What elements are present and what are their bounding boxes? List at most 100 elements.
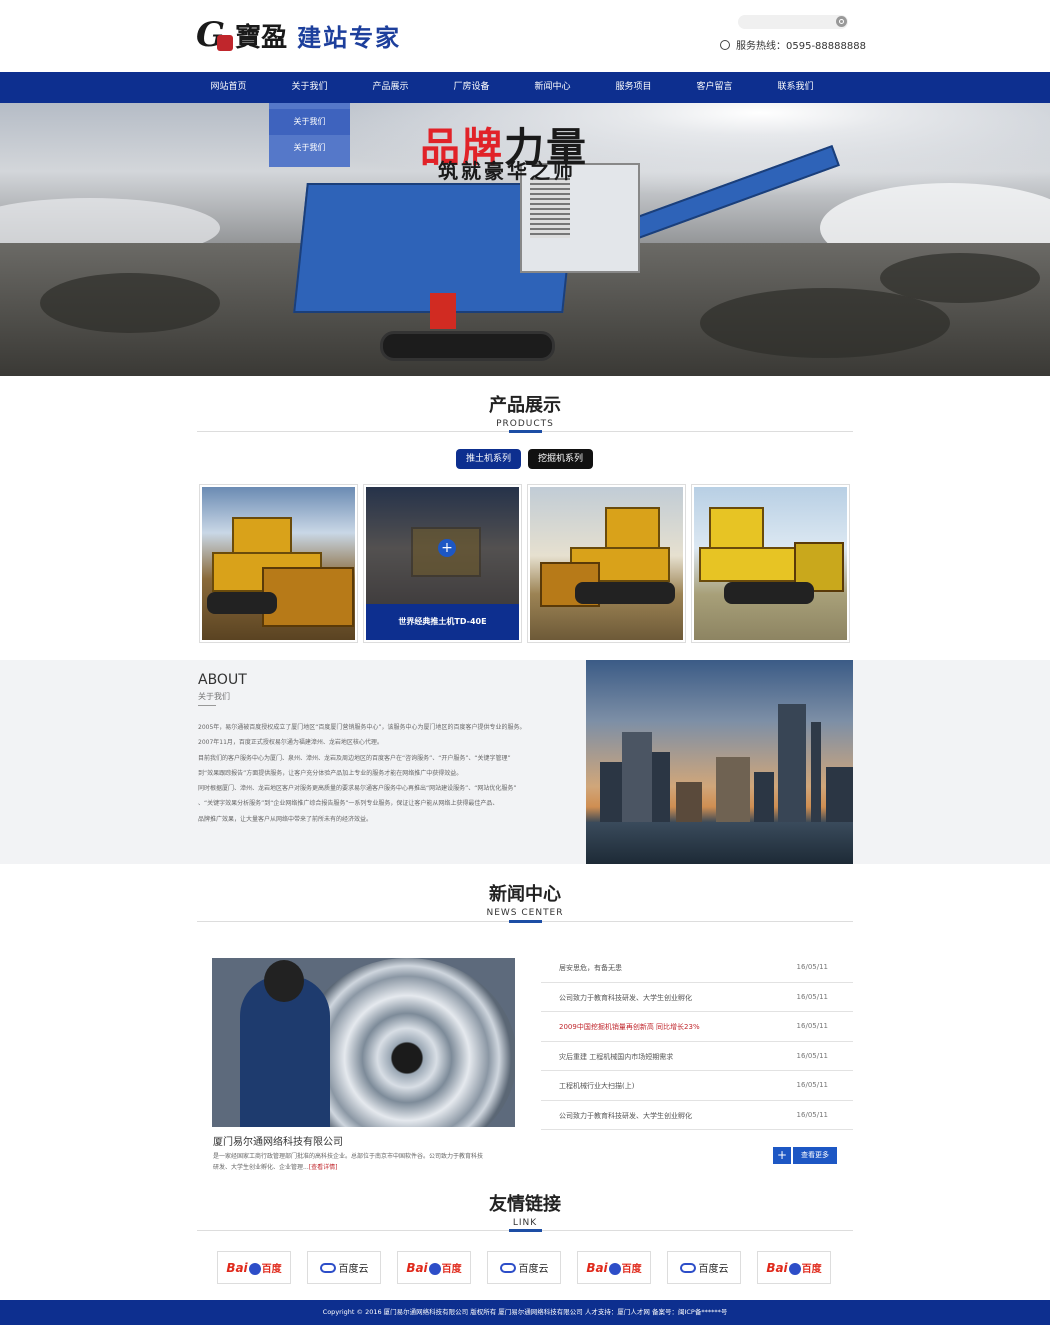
- nav-item-news[interactable]: 新闻中心: [512, 72, 593, 103]
- news-item-date: 16/05/11: [796, 963, 828, 971]
- products-title-en: PRODUCTS: [496, 419, 554, 429]
- about-line: 2005年，易尔通被百度授权成立了厦门地区“百度厦门营销服务中心”，该服务中心为…: [198, 724, 526, 731]
- nav-item-about[interactable]: 关于我们: [269, 72, 350, 103]
- news-item[interactable]: 灾后重建 工程机械国内市场短期需求 16/05/11: [541, 1042, 853, 1071]
- product-card-active[interactable]: + 世界经典推土机TD-40E: [363, 484, 522, 643]
- news-detail-link[interactable]: [查看详情]: [309, 1164, 338, 1171]
- news-item-date: 16/05/11: [796, 992, 828, 1001]
- news-item[interactable]: 居安思危，有备无患 16/05/11: [541, 953, 853, 983]
- logo-char-2: 盈: [261, 22, 288, 53]
- baidu-paw-icon: [248, 1262, 261, 1275]
- hotline-text: 服务热线：0595-88888888: [736, 41, 866, 52]
- news-title: 新闻中心: [489, 884, 561, 905]
- friend-link-baiduyun[interactable]: 百度云: [307, 1251, 381, 1284]
- baidu-logo-text: Bai: [766, 1260, 788, 1275]
- product-card[interactable]: [691, 484, 850, 643]
- news-item-title[interactable]: 工程机械行业大扫描(上): [559, 1081, 634, 1091]
- links-title: 友情链接: [489, 1194, 561, 1215]
- dropdown-item[interactable]: 关于我们: [269, 135, 350, 161]
- product-card[interactable]: [527, 484, 686, 643]
- building: [716, 757, 750, 822]
- hotline: 服务热线：0595-88888888: [720, 37, 866, 52]
- product-caption: 世界经典推土机TD-40E: [366, 604, 519, 640]
- news-list: 居安思危，有备无患 16/05/11 公司致力于教育科技研发、大学生创业孵化 1…: [541, 953, 853, 1130]
- baidu-paw-icon: [428, 1262, 441, 1275]
- plus-icon[interactable]: +: [438, 539, 456, 557]
- nav-item-contact[interactable]: 联系我们: [755, 72, 836, 103]
- dozer-cab: [605, 507, 660, 552]
- about-line: 目前我们的客户服务中心为厦门、泉州、漳州、龙岩及周边地区的百度客户在“咨询服务”…: [198, 754, 511, 762]
- banner-subslogan: 筑就豪华之师: [438, 159, 576, 183]
- baidu-logo-text: Bai: [586, 1260, 608, 1275]
- news-company-name[interactable]: 厦门易尔通网络科技有限公司: [213, 1133, 343, 1148]
- building: [600, 762, 622, 822]
- search-icon[interactable]: [836, 16, 847, 27]
- friend-link-baidu[interactable]: Bai 百度: [757, 1251, 831, 1284]
- news-item-title[interactable]: 公司致力于教育科技研发、大学生创业孵化: [559, 1111, 692, 1121]
- news-title-en: NEWS CENTER: [486, 908, 564, 918]
- baiduyun-cloud-icon: [319, 1262, 336, 1273]
- divider-accent: [509, 1229, 542, 1232]
- building: [826, 767, 853, 822]
- banner-rock: [40, 273, 220, 333]
- site-logo[interactable]: G 寶 盈 建站专家: [196, 15, 401, 55]
- product-card[interactable]: [199, 484, 358, 643]
- about-line: 、“关键字效果分析服务”到“企业网络推广综合报告服务”一系列专业服务，保证让客户…: [198, 800, 499, 808]
- news-item-date: 16/05/11: [796, 1022, 828, 1030]
- divider-accent: [509, 430, 542, 433]
- products-heading: 产品展示 PRODUCTS: [0, 391, 1050, 429]
- tab-bulldozers[interactable]: 推土机系列: [456, 449, 522, 469]
- friend-link-baiduyun[interactable]: 百度云: [487, 1251, 561, 1284]
- product-image: [202, 487, 355, 640]
- friend-link-baidu[interactable]: Bai 百度: [577, 1251, 651, 1284]
- about-subtitle: 关于我们: [198, 692, 230, 701]
- news-item-title[interactable]: 灾后重建 工程机械国内市场短期需求: [559, 1052, 673, 1062]
- worker-head: [264, 960, 304, 1002]
- view-more-button[interactable]: 查看更多: [793, 1147, 837, 1164]
- news-item[interactable]: 2009中国挖掘机销量再创新高 同比增长23% 16/05/11: [541, 1012, 853, 1042]
- baidu-logo-cn: 百度: [441, 1264, 462, 1275]
- news-item[interactable]: 公司致力于教育科技研发、大学生创业孵化 16/05/11: [541, 1101, 853, 1130]
- building: [622, 732, 652, 822]
- baidu-logo-cn: 百度: [621, 1264, 642, 1275]
- news-featured-image[interactable]: [212, 958, 515, 1127]
- baiduyun-logo-text: 百度云: [518, 1264, 549, 1275]
- baiduyun-logo-text: 百度云: [338, 1264, 369, 1275]
- news-heading: 新闻中心 NEWS CENTER: [0, 880, 1050, 918]
- nav-item-equipment[interactable]: 厂房设备: [431, 72, 512, 103]
- news-item-title[interactable]: 2009中国挖掘机销量再创新高 同比增长23%: [559, 1022, 700, 1032]
- news-company-desc: 是一家经国家工商行政管理部门批准的高科技企业。总部位于南京市中国软件谷。公司致力…: [213, 1151, 483, 1173]
- friend-link-baidu[interactable]: Bai 百度: [397, 1251, 471, 1284]
- dozer-cab: [709, 507, 764, 552]
- baidu-logo-text: Bai: [406, 1260, 428, 1275]
- product-image: [694, 487, 847, 640]
- machine-track: [380, 331, 555, 361]
- search-input[interactable]: [738, 15, 848, 29]
- nav-item-messages[interactable]: 客户留言: [674, 72, 755, 103]
- friend-link-baidu[interactable]: Bai 百度: [217, 1251, 291, 1284]
- news-item-title[interactable]: 公司致力于教育科技研发、大学生创业孵化: [559, 993, 692, 1003]
- friend-link-baiduyun[interactable]: 百度云: [667, 1251, 741, 1284]
- footer: Copyright © 2016 厦门易尔通网络科技有限公司 版权所有 厦门易尔…: [0, 1300, 1050, 1325]
- nav-item-services[interactable]: 服务项目: [593, 72, 674, 103]
- news-item[interactable]: 公司致力于教育科技研发、大学生创业孵化 16/05/11: [541, 983, 853, 1012]
- tab-excavators[interactable]: 挖掘机系列: [528, 449, 594, 469]
- dropdown-item[interactable]: 关于我们: [269, 109, 350, 135]
- banner-rock: [700, 288, 950, 358]
- about-city-image: [586, 660, 853, 864]
- machine-red-part: [430, 293, 456, 329]
- product-image: [530, 487, 683, 640]
- dozer-track: [575, 582, 675, 604]
- news-item[interactable]: 工程机械行业大扫描(上) 16/05/11: [541, 1071, 853, 1101]
- banner-rock: [880, 253, 1040, 303]
- baidu-paw-icon: [788, 1262, 801, 1275]
- about-line: 到“效果跟踪报告”方面提供服务，让客户充分体验产品加上专业的服务才能在网络推广中…: [198, 769, 463, 777]
- news-item-title[interactable]: 居安思危，有备无患: [559, 963, 622, 973]
- baiduyun-logo-text: 百度云: [698, 1264, 729, 1275]
- baidu-paw-icon: [608, 1262, 621, 1275]
- news-item-date: 16/05/11: [796, 1081, 828, 1089]
- about-text: 2005年，易尔通被百度授权成立了厦门地区“百度厦门营销服务中心”，该服务中心为…: [198, 720, 560, 827]
- more-plus-icon[interactable]: +: [773, 1147, 791, 1164]
- nav-item-home[interactable]: 网站首页: [188, 72, 269, 103]
- nav-item-products[interactable]: 产品展示: [350, 72, 431, 103]
